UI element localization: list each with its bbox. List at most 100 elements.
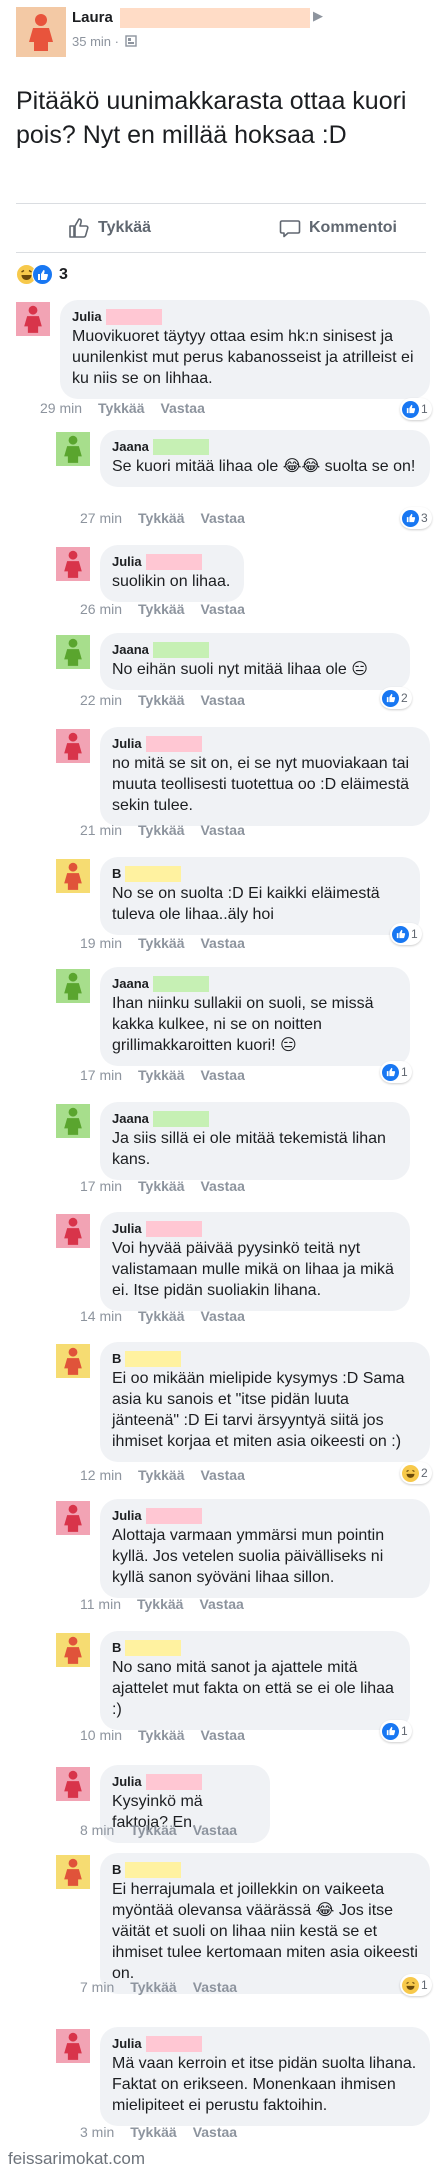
comment-like-link[interactable]: Tykkää	[138, 1467, 184, 1483]
comment-like-link[interactable]: Tykkää	[138, 822, 184, 838]
commenter-avatar[interactable]	[56, 1855, 90, 1889]
caret-right-icon[interactable]: ▶	[313, 8, 323, 24]
post-author-name[interactable]: Laura	[72, 9, 113, 26]
comment-bubble[interactable]: Julia suolikin on lihaa.	[100, 545, 244, 602]
comment-bubble[interactable]: Julia Mä vaan kerroin et itse pidän suolt…	[100, 2027, 430, 2126]
like-reaction-icon	[392, 925, 409, 943]
comment-reply-link[interactable]: Vastaa	[200, 1178, 244, 1194]
comment-text: Voi hyvää päivää pyysinkö teitä nyt vali…	[112, 1240, 394, 1299]
comment-reaction-badge[interactable]: 1	[400, 1974, 432, 1996]
comment-reply-link[interactable]: Vastaa	[200, 601, 244, 617]
comment-bubble[interactable]: B No sano mitä sanot ja ajattele mitä aja…	[100, 1631, 410, 1730]
comment-bubble[interactable]: B No se on suolta :D Ei kaikki eläimestä …	[100, 857, 420, 935]
comment-reply-link[interactable]: Vastaa	[200, 822, 244, 838]
comment-reaction-badge[interactable]: 1	[380, 1720, 412, 1742]
comment-reaction-badge[interactable]: 1	[400, 398, 432, 420]
commenter-avatar[interactable]	[56, 1214, 90, 1248]
comment-reply-link[interactable]: Vastaa	[200, 1067, 244, 1083]
comment-author[interactable]: Julia	[112, 553, 232, 571]
comment-reaction-badge[interactable]: 1	[380, 1061, 412, 1083]
comment-like-link[interactable]: Tykkää	[130, 1822, 176, 1838]
comment-author[interactable]: B	[112, 865, 408, 883]
comment-like-link[interactable]: Tykkää	[98, 400, 144, 416]
comment-bubble[interactable]: Jaana No eihän suoli nyt mitää lihaa ole …	[100, 633, 410, 690]
comment-meta: 14 min Tykkää Vastaa	[80, 1308, 245, 1324]
comment-like-link[interactable]: Tykkää	[138, 510, 184, 526]
comment-author[interactable]: B	[112, 1861, 418, 1879]
comment-like-link[interactable]: Tykkää	[138, 935, 184, 951]
comment-bubble[interactable]: Jaana Ja siis sillä ei ole mitää tekemist…	[100, 1102, 410, 1180]
comment-reply-link[interactable]: Vastaa	[200, 510, 244, 526]
commenter-avatar[interactable]	[56, 859, 90, 893]
comment-author-name: B	[112, 1862, 122, 1877]
commenter-avatar[interactable]	[56, 1344, 90, 1378]
commenter-avatar[interactable]	[56, 969, 90, 1003]
comment-like-link[interactable]: Tykkää	[137, 1596, 183, 1612]
author-avatar[interactable]	[16, 7, 66, 57]
comment-text: Ei oo mikään mielipide kysymys :D Sama a…	[112, 1370, 405, 1450]
commenter-avatar[interactable]	[56, 729, 90, 763]
comment-reaction-badge[interactable]: 2	[380, 687, 412, 709]
comment-reaction-badge[interactable]: 3	[400, 507, 432, 529]
comment-reply-link[interactable]: Vastaa	[193, 1979, 237, 1995]
comment-like-link[interactable]: Tykkää	[138, 601, 184, 617]
comment-like-link[interactable]: Tykkää	[138, 1067, 184, 1083]
commenter-avatar[interactable]	[16, 302, 50, 336]
comment-reply-link[interactable]: Vastaa	[193, 1822, 237, 1838]
comment-like-link[interactable]: Tykkää	[138, 1178, 184, 1194]
comment-bubble[interactable]: Julia Muovikuoret täytyy ottaa esim hk:n …	[60, 300, 430, 399]
comment-bubble[interactable]: B Ei herrajumala et joillekkin on vaikeet…	[100, 1853, 430, 1994]
commenter-avatar[interactable]	[56, 1767, 90, 1801]
comment-reaction-badge[interactable]: 2	[400, 1462, 432, 1484]
comment-author[interactable]: Julia	[112, 1220, 398, 1238]
comment-reply-link[interactable]: Vastaa	[200, 1727, 244, 1743]
comment-reply-link[interactable]: Vastaa	[193, 2124, 237, 2140]
comment-author[interactable]: Jaana	[112, 975, 398, 993]
comment-reply-link[interactable]: Vastaa	[200, 692, 244, 708]
commenter-avatar[interactable]	[56, 1501, 90, 1535]
comment-author-name: Julia	[112, 1221, 142, 1236]
comment-reaction-count: 2	[401, 691, 408, 705]
comment-reply-link[interactable]: Vastaa	[200, 1308, 244, 1324]
comment-author-name: Julia	[112, 1508, 142, 1523]
comment-author[interactable]: Jaana	[112, 1110, 398, 1128]
comment-author[interactable]: B	[112, 1639, 398, 1657]
commenter-avatar[interactable]	[56, 2029, 90, 2063]
comment-author[interactable]: Julia	[72, 308, 418, 326]
comment-author[interactable]: Julia	[112, 2035, 418, 2053]
comment-reaction-badge[interactable]: 1	[390, 923, 422, 945]
commenter-avatar[interactable]	[56, 635, 90, 669]
commenter-avatar[interactable]	[56, 1633, 90, 1667]
comment-reaction-count: 2	[421, 1466, 428, 1480]
comment-like-link[interactable]: Tykkää	[130, 1979, 176, 1995]
comment-author-name: Jaana	[112, 1111, 149, 1126]
comment-author-name: B	[112, 1640, 122, 1655]
comment-bubble[interactable]: Julia Alottaja varmaan ymmärsi mun pointi…	[100, 1499, 430, 1598]
comment-author[interactable]: Julia	[112, 735, 418, 753]
comment-author[interactable]: Julia	[112, 1773, 258, 1791]
commenter-avatar[interactable]	[56, 1104, 90, 1138]
comment-bubble[interactable]: Jaana Ihan niinku sullakii on suoli, se m…	[100, 967, 410, 1066]
comment-author[interactable]: B	[112, 1350, 418, 1368]
commenter-avatar[interactable]	[56, 547, 90, 581]
comment-reply-link[interactable]: Vastaa	[199, 1596, 243, 1612]
like-button[interactable]: Tykkää	[68, 204, 151, 252]
comment-reply-link[interactable]: Vastaa	[160, 400, 204, 416]
comment-bubble[interactable]: Julia Voi hyvää päivää pyysinkö teitä nyt…	[100, 1212, 410, 1311]
comment-bubble[interactable]: Julia no mitä se sit on, ei se nyt muovia…	[100, 727, 430, 826]
comment-reply-link[interactable]: Vastaa	[200, 1467, 244, 1483]
comment-like-link[interactable]: Tykkää	[138, 1308, 184, 1324]
comment-reply-link[interactable]: Vastaa	[200, 935, 244, 951]
comment-bubble[interactable]: Jaana Se kuori mitää lihaa ole 😂😂 suolta …	[100, 430, 430, 487]
commenter-avatar[interactable]	[56, 432, 90, 466]
post-reactions-summary[interactable]: 3	[16, 264, 68, 285]
comment-bubble[interactable]: B Ei oo mikään mielipide kysymys :D Sama …	[100, 1342, 430, 1462]
comment-author[interactable]: Jaana	[112, 641, 398, 659]
comment-author[interactable]: Jaana	[112, 438, 418, 456]
comment-like-link[interactable]: Tykkää	[130, 2124, 176, 2140]
comment-author[interactable]: Julia	[112, 1507, 418, 1525]
comment-like-link[interactable]: Tykkää	[138, 692, 184, 708]
comment-time: 11 min	[80, 1596, 121, 1612]
comment-button[interactable]: Kommentoi	[279, 204, 397, 252]
comment-like-link[interactable]: Tykkää	[138, 1727, 184, 1743]
